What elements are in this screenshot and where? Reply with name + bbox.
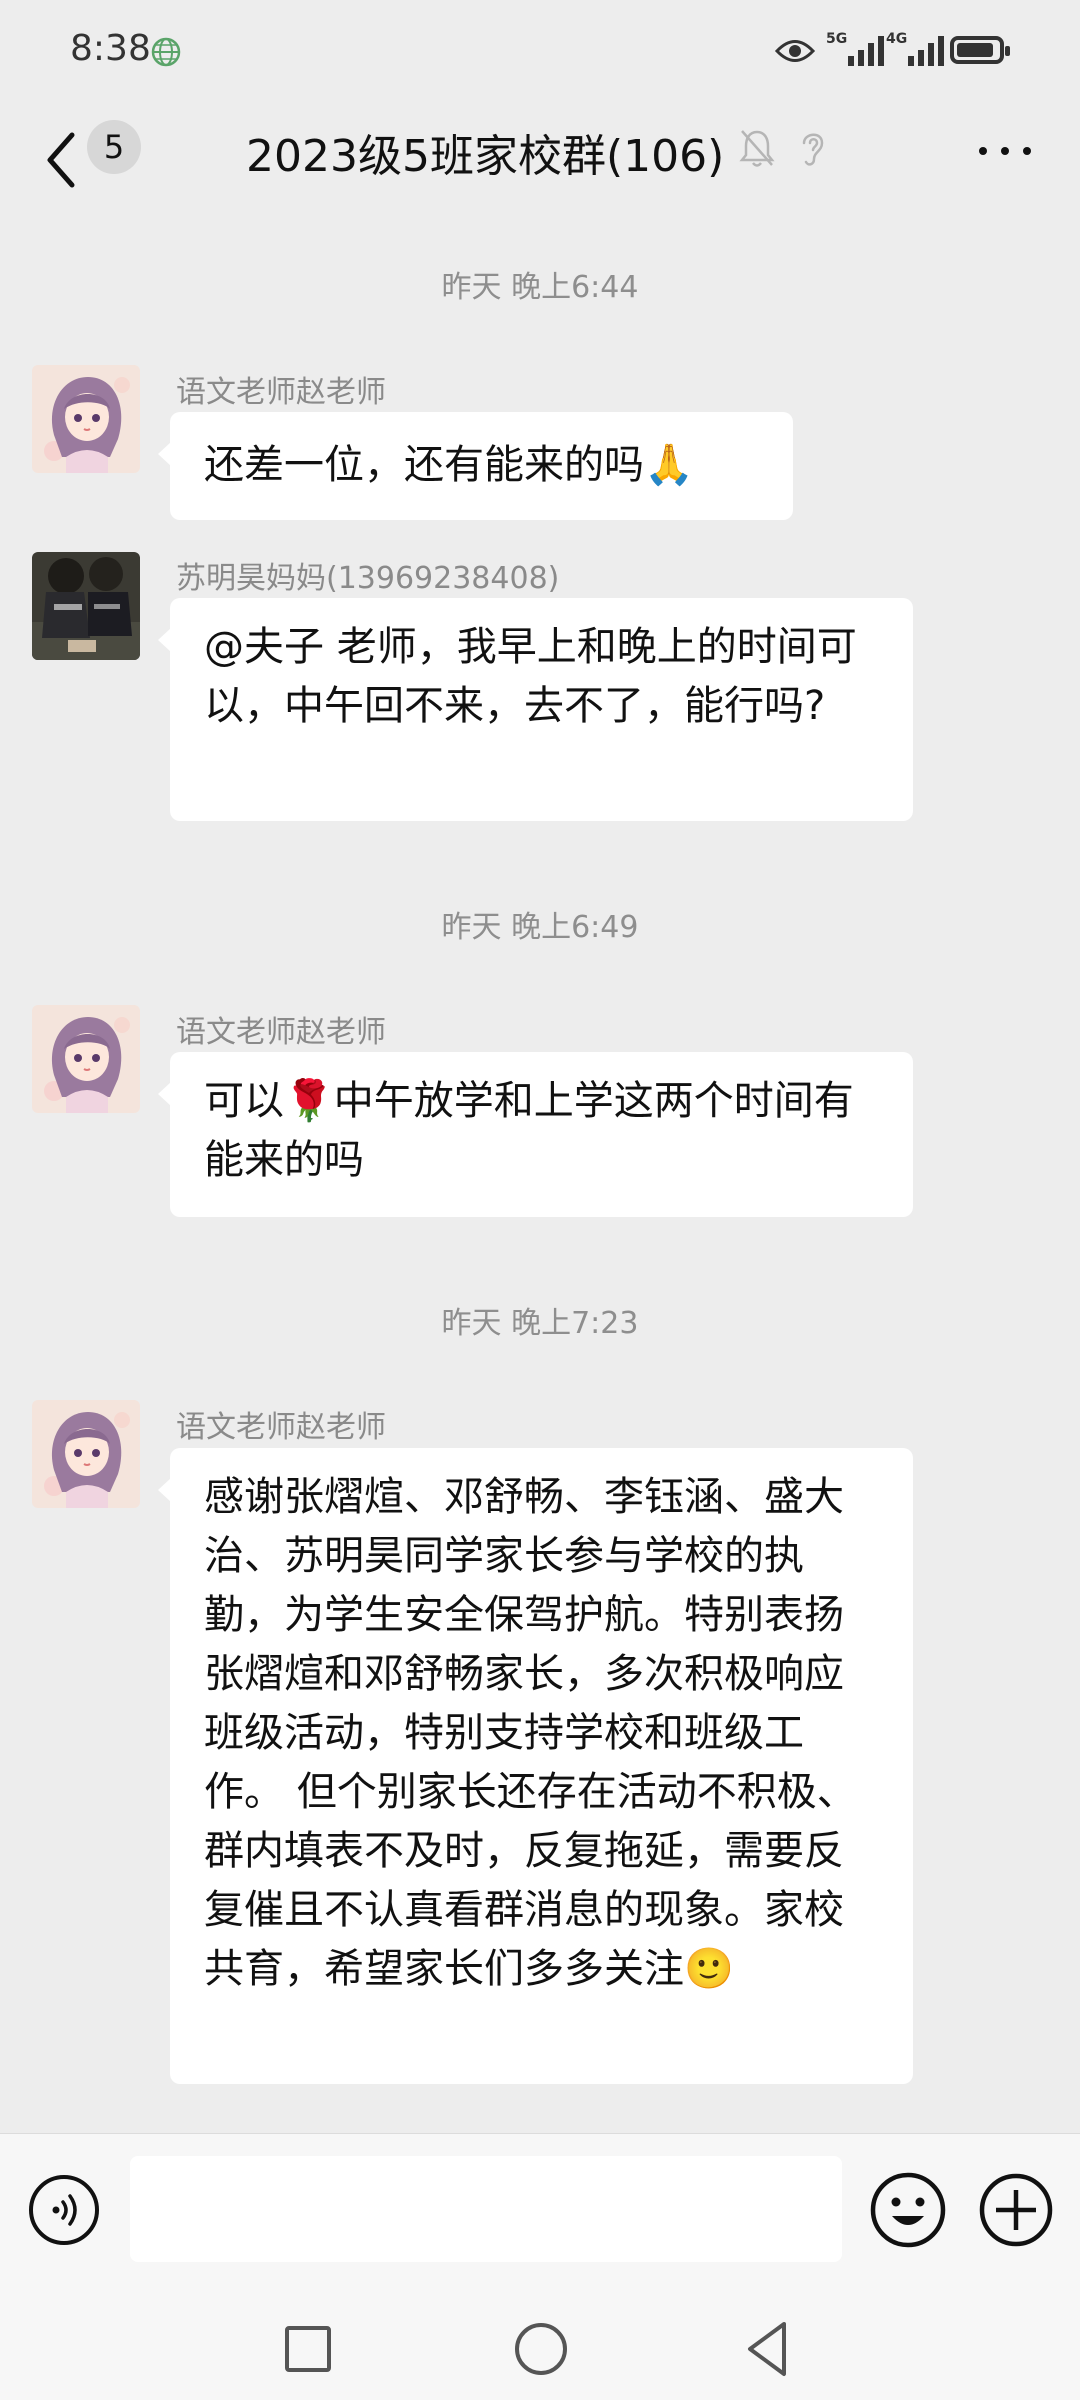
message-timestamp: 昨天 晚上6:49 <box>441 910 639 945</box>
battery-icon <box>950 36 1010 64</box>
recent-apps-icon[interactable] <box>285 2326 331 2372</box>
teacher-avatar[interactable] <box>32 1400 140 1508</box>
message-bubble[interactable]: 还差一位，还有能来的吗🙏 <box>158 412 793 520</box>
message-bubble[interactable]: 感谢张熠煊、邓舒畅、李钰涵、盛大治、苏明昊同学家长参与学校的执勤，为学生安全保驾… <box>158 1448 913 2084</box>
sender-name: 语文老师赵老师 <box>176 1410 386 1445</box>
message-input[interactable] <box>130 2156 842 2262</box>
teacher-avatar[interactable] <box>32 1005 140 1113</box>
globe-icon <box>151 37 181 67</box>
message-bubble[interactable]: @夫子 老师，我早上和晚上的时间可以，中午回不来，去不了，能行吗? <box>158 598 913 821</box>
sender-name: 语文老师赵老师 <box>176 375 386 410</box>
message-timestamp: 昨天 晚上7:23 <box>441 1306 639 1341</box>
back-icon[interactable] <box>38 125 86 195</box>
plus-icon[interactable] <box>978 2172 1054 2248</box>
parent-avatar[interactable] <box>32 552 140 660</box>
input-bar <box>0 2133 1080 2284</box>
more-dot <box>1023 147 1031 155</box>
ear-icon <box>802 133 824 166</box>
more-dot <box>1001 147 1009 155</box>
sender-name: 语文老师赵老师 <box>176 1015 386 1050</box>
teacher-avatar[interactable] <box>32 365 140 473</box>
home-icon[interactable] <box>515 2323 567 2375</box>
muted-bell-icon <box>739 130 775 167</box>
message-bubble[interactable]: 可以🌹中午放学和上学这两个时间有能来的吗 <box>158 1052 913 1217</box>
message-timestamp: 昨天 晚上6:44 <box>441 270 639 305</box>
eye-icon <box>775 40 815 62</box>
status-bar: 8:38 5G 4G <box>0 0 1080 105</box>
sender-name: 苏明昊妈妈(13969238408) <box>176 561 560 596</box>
signal-4g-icon: 4G <box>886 30 952 70</box>
more-dot <box>979 147 987 155</box>
back-nav-icon[interactable] <box>744 2320 790 2378</box>
unread-count-badge[interactable]: 5 <box>87 120 141 174</box>
voice-icon[interactable] <box>28 2174 100 2246</box>
emoji-icon[interactable] <box>868 2170 948 2250</box>
signal-5g-icon: 5G <box>826 30 892 70</box>
more-options-button[interactable] <box>975 125 1035 175</box>
status-time: 8:38 <box>70 28 151 69</box>
chat-title: 2023级5班家校群(106) <box>246 131 725 182</box>
